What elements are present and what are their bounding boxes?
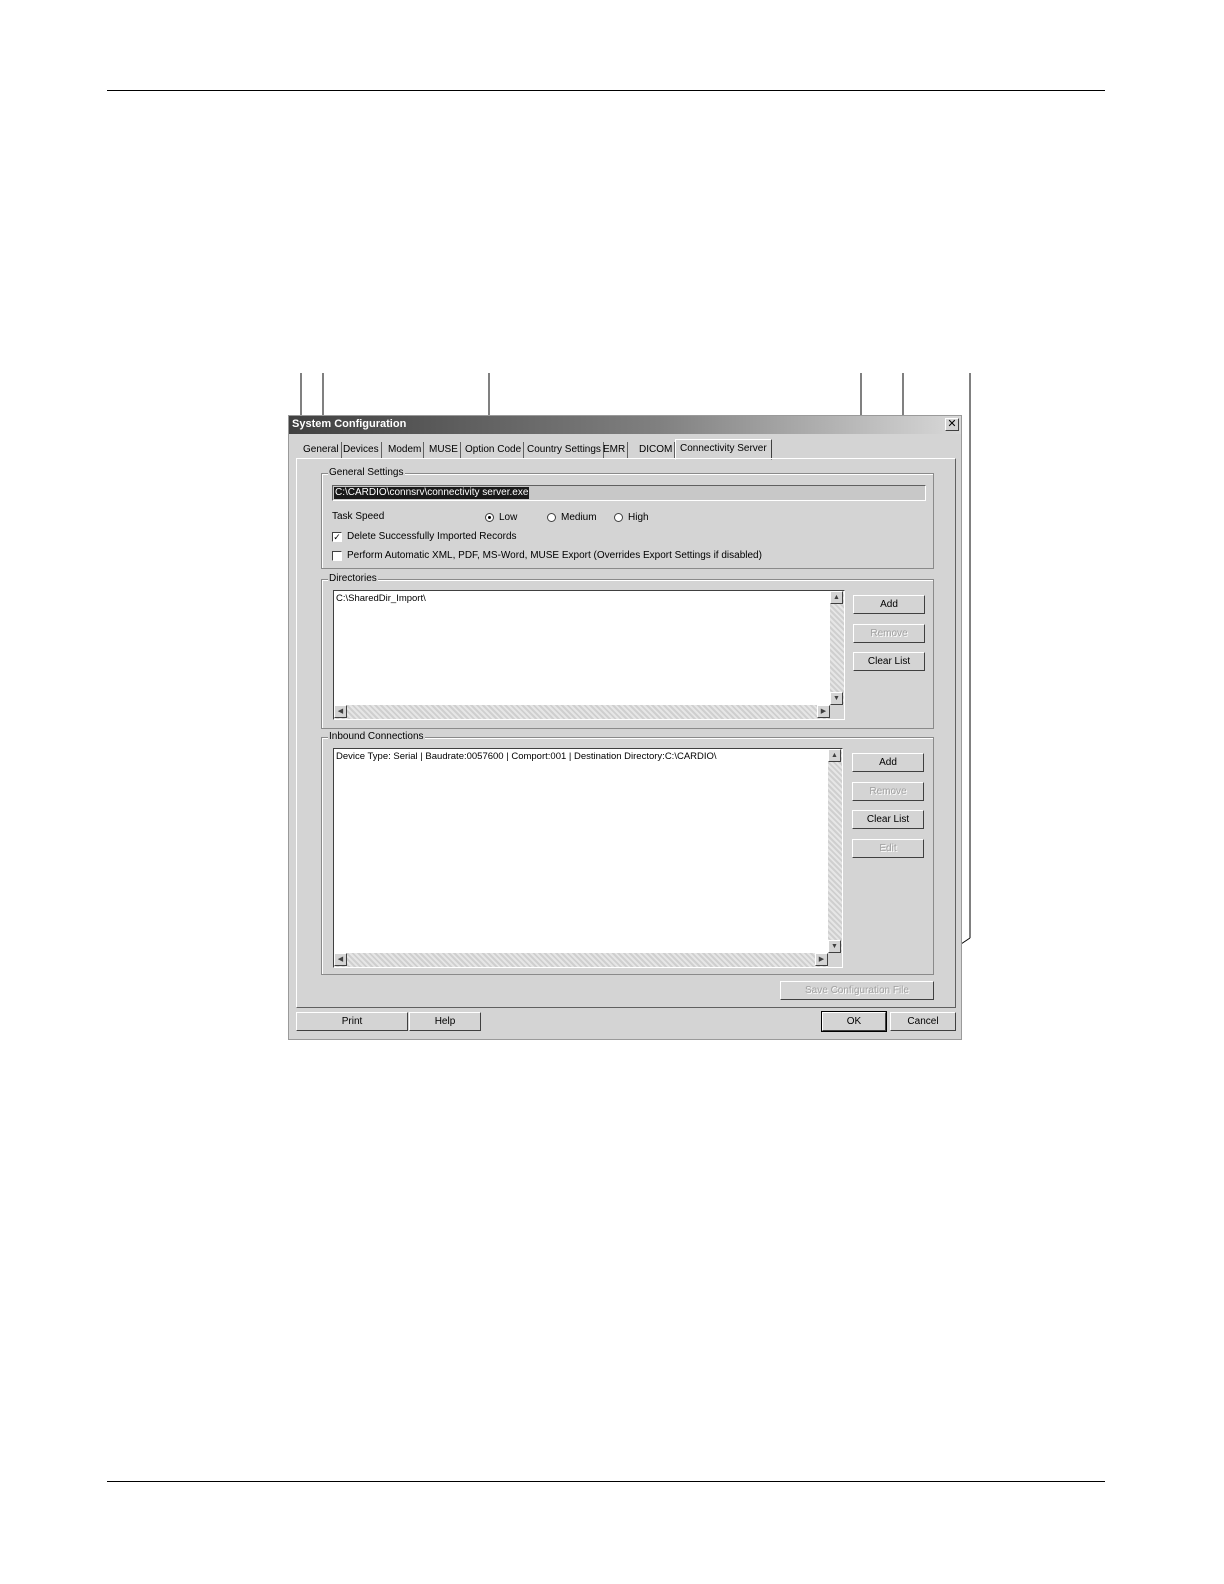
scroll-up-icon[interactable]: ▲	[830, 591, 843, 604]
directories-list[interactable]: C:\SharedDir_Import\ ▲ ▼ ◀ ▶	[333, 590, 845, 720]
directories-clear-list-button[interactable]: Clear List	[853, 652, 925, 671]
directories-horizontal-scrollbar[interactable]: ◀ ▶	[334, 705, 830, 719]
speed-medium-label: Medium	[561, 512, 597, 523]
general-settings-legend: General Settings	[328, 467, 405, 479]
tab-dicom[interactable]: DICOM	[637, 442, 676, 458]
list-item[interactable]: Device Type: Serial | Baudrate:0057600 |…	[336, 751, 717, 763]
help-button[interactable]: Help	[409, 1012, 481, 1031]
directories-remove-button[interactable]: Remove	[853, 624, 925, 643]
close-icon: ✕	[947, 418, 957, 430]
tab-country-settings[interactable]: Country Settings	[525, 442, 604, 458]
inbound-vertical-scrollbar[interactable]: ▲ ▼	[828, 749, 842, 953]
general-settings-group: General Settings C:\CARDIO\connsrv\conne…	[321, 467, 934, 569]
speed-medium-radio[interactable]	[547, 513, 556, 522]
inbound-connections-group: Inbound Connections Device Type: Serial …	[321, 731, 934, 975]
delete-records-label: Delete Successfully Imported Records	[347, 531, 517, 542]
tab-devices[interactable]: Devices	[341, 442, 382, 458]
tab-option-code[interactable]: Option Code	[463, 442, 525, 458]
close-button[interactable]: ✕	[945, 418, 959, 431]
inbound-edit-button[interactable]: Edit	[852, 839, 924, 858]
directories-legend: Directories	[328, 573, 378, 585]
connectivity-server-page: General Settings C:\CARDIO\connsrv\conne…	[296, 458, 956, 1008]
scroll-up-icon[interactable]: ▲	[828, 749, 841, 762]
save-configuration-file-button[interactable]: Save Configuration File	[780, 981, 934, 1000]
directories-vertical-scrollbar[interactable]: ▲ ▼	[830, 591, 844, 705]
speed-high-radio[interactable]	[614, 513, 623, 522]
tab-connectivity-server[interactable]: Connectivity Server	[675, 439, 772, 460]
directories-add-button[interactable]: Add	[853, 595, 925, 614]
title-bar: System Configuration ✕	[289, 416, 961, 434]
delete-records-checkbox[interactable]: ✓	[332, 532, 342, 542]
scroll-down-icon[interactable]: ▼	[828, 940, 841, 953]
executable-path-value: C:\CARDIO\connsrv\connectivity server.ex…	[334, 487, 530, 499]
speed-low-radio[interactable]	[485, 513, 494, 522]
tab-general[interactable]: General	[301, 442, 342, 458]
auto-export-label: Perform Automatic XML, PDF, MS-Word, MUS…	[347, 550, 762, 561]
inbound-connections-legend: Inbound Connections	[328, 731, 425, 743]
inbound-clear-list-button[interactable]: Clear List	[852, 810, 924, 829]
scrollbar-corner	[828, 953, 842, 967]
system-configuration-dialog: System Configuration ✕ General Devices M…	[288, 415, 962, 1040]
auto-export-checkbox[interactable]	[332, 551, 342, 561]
task-speed-label: Task Speed	[332, 511, 385, 522]
scroll-right-icon[interactable]: ▶	[815, 953, 828, 966]
inbound-remove-button[interactable]: Remove	[852, 782, 924, 801]
speed-low-label: Low	[499, 512, 518, 523]
tab-emr[interactable]: EMR	[601, 442, 629, 458]
ok-button[interactable]: OK	[821, 1011, 887, 1032]
scroll-left-icon[interactable]: ◀	[334, 953, 347, 966]
list-item[interactable]: C:\SharedDir_Import\	[336, 593, 426, 605]
inbound-add-button[interactable]: Add	[852, 753, 924, 772]
scroll-right-icon[interactable]: ▶	[817, 705, 830, 718]
check-mark-icon: ✓	[333, 532, 341, 542]
cancel-button[interactable]: Cancel	[890, 1012, 956, 1031]
scroll-down-icon[interactable]: ▼	[830, 692, 843, 705]
inbound-horizontal-scrollbar[interactable]: ◀ ▶	[334, 953, 828, 967]
speed-high-label: High	[628, 512, 649, 523]
scroll-left-icon[interactable]: ◀	[334, 705, 347, 718]
directories-group: Directories C:\SharedDir_Import\ ▲ ▼ ◀ ▶…	[321, 573, 934, 729]
inbound-connections-list[interactable]: Device Type: Serial | Baudrate:0057600 |…	[333, 748, 843, 968]
tab-modem[interactable]: Modem	[386, 442, 425, 458]
scrollbar-corner	[830, 705, 844, 719]
print-button[interactable]: Print	[296, 1012, 408, 1031]
executable-path-field[interactable]: C:\CARDIO\connsrv\connectivity server.ex…	[332, 485, 926, 501]
tab-muse[interactable]: MUSE	[427, 442, 461, 458]
dialog-title: System Configuration	[292, 418, 407, 430]
